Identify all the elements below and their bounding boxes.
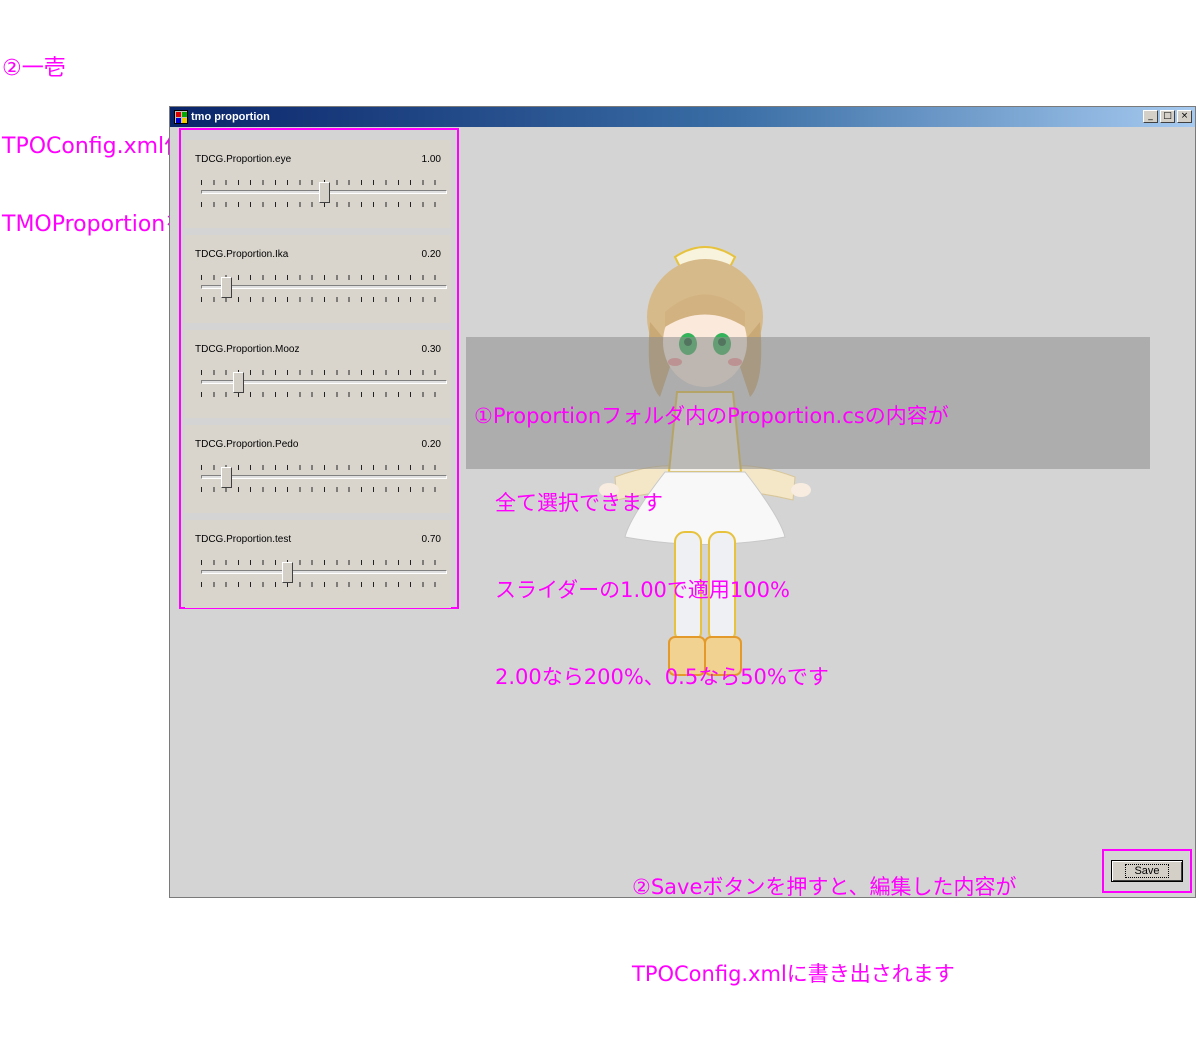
slider-value: 0.70 (421, 534, 441, 545)
slider-ticks (201, 560, 447, 565)
slider-track[interactable] (201, 285, 447, 289)
slider-label: TDCG.Proportion.Pedo (195, 439, 299, 450)
slider-value: 1.00 (421, 154, 441, 165)
slider-value: 0.20 (421, 249, 441, 260)
save-button[interactable]: Save (1111, 860, 1183, 882)
annotation-line: ②一壱 (2, 56, 66, 81)
save-annotation: ②Saveボタンを押すと、編集した内容が TPOConfig.xmlに書き出され… (632, 815, 1017, 1047)
slider-label: TDCG.Proportion.Mooz (195, 344, 300, 355)
slider-group-test: TDCG.Proportion.test 0.70 (185, 520, 451, 608)
slider-label: TDCG.Proportion.eye (195, 154, 292, 165)
window-title: tmo proportion (191, 111, 270, 123)
info-annotation: ①Proportionフォルダ内のProportion.csの内容が 全て選択で… (474, 344, 949, 750)
app-icon (174, 110, 188, 124)
annotation-line: ①Proportionフォルダ内のProportion.csの内容が (474, 404, 949, 428)
slider-thumb[interactable] (319, 182, 330, 203)
slider-thumb[interactable] (220, 277, 232, 298)
app-window: tmo proportion _ □ × TDCG.Proportion.eye… (169, 106, 1196, 986)
title-bar[interactable]: tmo proportion _ □ × (170, 107, 1195, 127)
slider-label: TDCG.Proportion.Ika (195, 249, 289, 260)
save-highlight-frame: Save (1102, 849, 1192, 893)
slider-thumb[interactable] (282, 562, 294, 583)
slider-track[interactable] (201, 475, 447, 479)
slider-group-pedo: TDCG.Proportion.Pedo 0.20 (185, 425, 451, 513)
slider-thumb[interactable] (220, 467, 232, 488)
slider-ticks (201, 465, 447, 470)
window-controls: _ □ × (1143, 110, 1192, 123)
sliders-panel: TDCG.Proportion.eye 1.00 TDCG.Proportion… (179, 128, 459, 609)
slider-value: 0.20 (421, 439, 441, 450)
slider-group-mooz: TDCG.Proportion.Mooz 0.30 (185, 330, 451, 418)
annotation-line: TPOConfig.xmlに書き出されます (632, 962, 955, 986)
save-button-label: Save (1125, 864, 1169, 878)
slider-value: 0.30 (421, 344, 441, 355)
annotation-line: ②Saveボタンを押すと、編集した内容が (632, 875, 1017, 899)
slider-label: TDCG.Proportion.test (195, 534, 292, 545)
minimize-button[interactable]: _ (1143, 110, 1158, 123)
slider-ticks (201, 275, 447, 280)
slider-thumb[interactable] (232, 372, 244, 393)
annotation-line: 2.00なら200%、0.5なら50%です (474, 665, 829, 689)
slider-ticks (201, 297, 447, 302)
close-button[interactable]: × (1177, 110, 1192, 123)
slider-group-eye: TDCG.Proportion.eye 1.00 (185, 140, 451, 228)
slider-track[interactable] (201, 570, 447, 574)
annotation-line: 全て選択できます (474, 491, 663, 515)
slider-group-ika: TDCG.Proportion.Ika 0.20 (185, 235, 451, 323)
annotation-line: スライダーの1.00で適用100% (474, 578, 790, 602)
maximize-button[interactable]: □ (1160, 110, 1175, 123)
slider-ticks (201, 582, 447, 587)
info-annotation-box: ①Proportionフォルダ内のProportion.csの内容が 全て選択で… (466, 337, 1150, 689)
slider-ticks (201, 487, 447, 492)
